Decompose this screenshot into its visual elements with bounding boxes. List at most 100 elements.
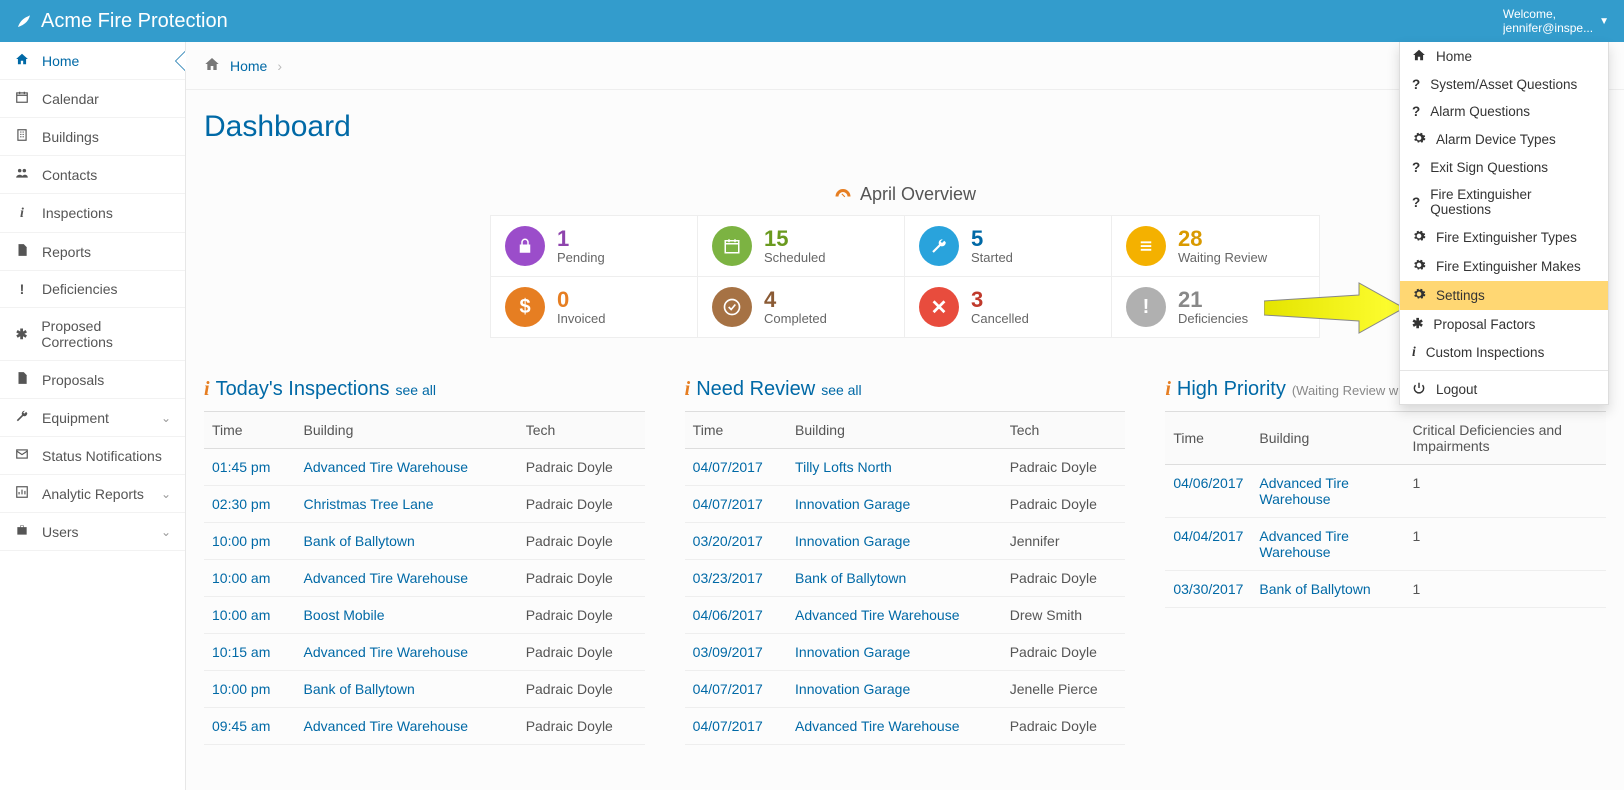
sidebar-item-equipment[interactable]: Equipment⌄ — [0, 399, 185, 437]
dropdown-item-label: Custom Inspections — [1426, 345, 1545, 360]
sidebar-item-calendar[interactable]: Calendar — [0, 80, 185, 118]
dropdown-item-alarm-questions[interactable]: ?Alarm Questions — [1400, 98, 1608, 125]
brand[interactable]: Acme Fire Protection — [15, 10, 228, 33]
link[interactable]: 04/07/2017 — [693, 718, 763, 734]
table-cell: Advanced Tire Warehouse — [787, 708, 1002, 745]
overview-pending[interactable]: 1Pending — [491, 216, 698, 277]
overview-label: Cancelled — [971, 311, 1029, 326]
dropdown-item-label: Fire Extinguisher Types — [1436, 230, 1577, 245]
link[interactable]: Advanced Tire Warehouse — [1259, 475, 1349, 507]
link[interactable]: 04/07/2017 — [693, 459, 763, 475]
link[interactable]: Bank of Ballytown — [1259, 581, 1370, 597]
sidebar-item-proposed-corrections[interactable]: ✱Proposed Corrections — [0, 308, 185, 361]
sidebar-item-users[interactable]: Users⌄ — [0, 513, 185, 551]
sidebar-item-buildings[interactable]: Buildings — [0, 118, 185, 156]
table-cell: Padraic Doyle — [518, 523, 645, 560]
link[interactable]: Advanced Tire Warehouse — [795, 718, 959, 734]
link[interactable]: 04/04/2017 — [1173, 528, 1243, 544]
link[interactable]: 04/07/2017 — [693, 496, 763, 512]
dropdown-item-home[interactable]: Home — [1400, 42, 1608, 71]
link[interactable]: 03/23/2017 — [693, 570, 763, 586]
link[interactable]: 01:45 pm — [212, 459, 270, 475]
overview-icon: ✕ — [919, 287, 959, 327]
link[interactable]: Innovation Garage — [795, 681, 910, 697]
dropdown-item-alarm-device-types[interactable]: Alarm Device Types — [1400, 125, 1608, 154]
overview-deficiencies[interactable]: !21Deficiencies — [1112, 277, 1319, 337]
table-cell: 04/07/2017 — [685, 486, 787, 523]
dropdown-item-logout[interactable]: Logout — [1400, 375, 1608, 404]
table-cell: 10:00 am — [204, 560, 296, 597]
overview-cancelled[interactable]: ✕3Cancelled — [905, 277, 1112, 337]
link[interactable]: 03/20/2017 — [693, 533, 763, 549]
see-all-link[interactable]: see all — [395, 382, 435, 398]
user-menu-toggle[interactable]: Welcome, jennifer@inspe... ▼ — [1503, 7, 1609, 36]
sidebar-item-contacts[interactable]: Contacts — [0, 156, 185, 194]
link[interactable]: Advanced Tire Warehouse — [304, 570, 468, 586]
dropdown-item-fire-extinguisher-questions[interactable]: ?Fire Extinguisher Questions — [1400, 181, 1608, 223]
link[interactable]: Advanced Tire Warehouse — [304, 718, 468, 734]
link[interactable]: 02:30 pm — [212, 496, 270, 512]
sidebar-item-deficiencies[interactable]: !Deficiencies — [0, 271, 185, 308]
overview-completed[interactable]: 4Completed — [698, 277, 905, 337]
sidebar-item-proposals[interactable]: Proposals — [0, 361, 185, 399]
breadcrumb-home[interactable]: Home — [230, 58, 267, 74]
overview-waiting-review[interactable]: 28Waiting Review — [1112, 216, 1319, 277]
dropdown-item-fire-extinguisher-makes[interactable]: Fire Extinguisher Makes — [1400, 252, 1608, 281]
dropdown-item-fire-extinguisher-types[interactable]: Fire Extinguisher Types — [1400, 223, 1608, 252]
link[interactable]: 10:15 am — [212, 644, 270, 660]
sidebar-item-label: Equipment — [42, 410, 109, 426]
link[interactable]: Innovation Garage — [795, 496, 910, 512]
gear-icon — [1412, 287, 1426, 304]
see-all-link[interactable]: see all — [821, 382, 861, 398]
link[interactable]: 04/07/2017 — [693, 681, 763, 697]
link[interactable]: Advanced Tire Warehouse — [304, 459, 468, 475]
link[interactable]: 04/06/2017 — [1173, 475, 1243, 491]
overview-count: 28 — [1178, 228, 1267, 250]
link[interactable]: Bank of Ballytown — [304, 533, 415, 549]
overview-scheduled[interactable]: 15Scheduled — [698, 216, 905, 277]
link[interactable]: Bank of Ballytown — [304, 681, 415, 697]
link[interactable]: 10:00 am — [212, 607, 270, 623]
dropdown-item-settings[interactable]: Settings — [1400, 281, 1608, 310]
sidebar-item-reports[interactable]: Reports — [0, 233, 185, 271]
overview-started[interactable]: 5Started — [905, 216, 1112, 277]
link[interactable]: Tilly Lofts North — [795, 459, 892, 475]
table-cell: Advanced Tire Warehouse — [1251, 465, 1404, 518]
dropdown-item-exit-sign-questions[interactable]: ? Exit Sign Questions — [1400, 154, 1608, 181]
dropdown-item-system-asset-questions[interactable]: ?System/Asset Questions — [1400, 71, 1608, 98]
table-cell: Bank of Ballytown — [1251, 571, 1404, 608]
sidebar-item-home[interactable]: Home — [0, 42, 185, 80]
table-cell: Advanced Tire Warehouse — [787, 597, 1002, 634]
table-row: 04/07/2017Advanced Tire WarehousePadraic… — [685, 708, 1126, 745]
link[interactable]: Christmas Tree Lane — [304, 496, 434, 512]
link[interactable]: 04/06/2017 — [693, 607, 763, 623]
overview-title: April Overview — [490, 184, 1320, 205]
table-cell: 04/07/2017 — [685, 671, 787, 708]
sidebar-item-inspections[interactable]: iInspections — [0, 194, 185, 233]
link[interactable]: Boost Mobile — [304, 607, 385, 623]
link[interactable]: 10:00 pm — [212, 533, 270, 549]
question-icon: ? — [1412, 160, 1420, 175]
dropdown-item-custom-inspections[interactable]: iCustom Inspections — [1400, 338, 1608, 366]
link[interactable]: 10:00 pm — [212, 681, 270, 697]
link[interactable]: Advanced Tire Warehouse — [1259, 528, 1349, 560]
overview-label: Completed — [764, 311, 827, 326]
link[interactable]: Bank of Ballytown — [795, 570, 906, 586]
dropdown-item-label: Settings — [1436, 288, 1485, 303]
link[interactable]: 03/09/2017 — [693, 644, 763, 660]
table-row: 04/07/2017Innovation GarageJenelle Pierc… — [685, 671, 1126, 708]
sidebar-item-status-notifications[interactable]: Status Notifications — [0, 437, 185, 475]
sidebar-item-analytic-reports[interactable]: Analytic Reports⌄ — [0, 475, 185, 513]
dropdown-item-label: Exit Sign Questions — [1430, 160, 1548, 175]
link[interactable]: Advanced Tire Warehouse — [304, 644, 468, 660]
overview-invoiced[interactable]: $0Invoiced — [491, 277, 698, 337]
link[interactable]: 03/30/2017 — [1173, 581, 1243, 597]
link[interactable]: Advanced Tire Warehouse — [795, 607, 959, 623]
link[interactable]: Innovation Garage — [795, 533, 910, 549]
table-cell: 04/07/2017 — [685, 708, 787, 745]
link[interactable]: 10:00 am — [212, 570, 270, 586]
link[interactable]: Innovation Garage — [795, 644, 910, 660]
dropdown-item-proposal-factors[interactable]: ✱Proposal Factors — [1400, 310, 1608, 338]
link[interactable]: 09:45 am — [212, 718, 270, 734]
table-cell: Christmas Tree Lane — [296, 486, 518, 523]
